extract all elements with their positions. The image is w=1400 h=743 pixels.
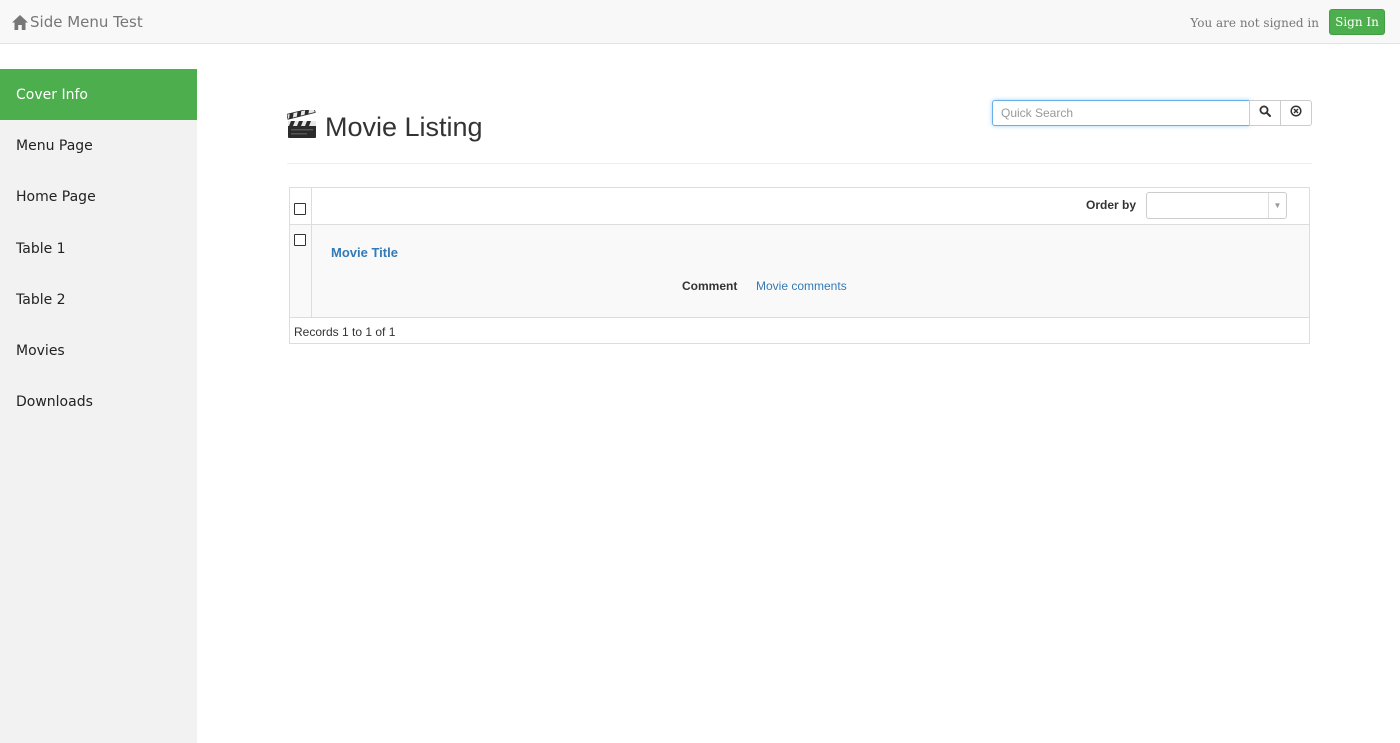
comment-value[interactable]: Movie comments — [756, 279, 847, 293]
sign-in-button[interactable]: Sign In — [1329, 9, 1385, 35]
sidebar-item-label: Movies — [16, 343, 65, 360]
sidebar-item-menu-page[interactable]: Menu Page — [0, 120, 197, 171]
page-header: Movie Listing — [286, 100, 1312, 164]
chevron-down-icon: ▼ — [1268, 193, 1286, 218]
search-icon — [1259, 104, 1271, 122]
sidebar-item-label: Downloads — [16, 394, 93, 411]
brand-label: Side Menu Test — [30, 13, 143, 31]
page-title-text: Movie Listing — [325, 112, 483, 142]
brand-link[interactable]: Side Menu Test — [12, 12, 143, 32]
sidebar-item-movies[interactable]: Movies — [0, 325, 197, 376]
row-select-cell — [290, 225, 312, 317]
clear-search-button[interactable] — [1280, 100, 1312, 126]
search-button[interactable] — [1249, 100, 1281, 126]
table-row: Movie Title Comment Movie comments — [290, 225, 1309, 318]
quick-search-input[interactable] — [992, 100, 1250, 126]
sidebar-item-label: Menu Page — [16, 137, 93, 154]
home-icon — [12, 14, 28, 30]
clapperboard-icon — [286, 107, 317, 145]
sidebar-item-label: Table 1 — [16, 240, 66, 257]
order-by-select[interactable]: ▼ — [1146, 192, 1287, 219]
sidebar-item-label: Cover Info — [16, 86, 88, 103]
sign-in-status: You are not signed in — [1190, 16, 1319, 30]
clear-circle-icon — [1290, 104, 1302, 122]
page-title: Movie Listing — [286, 107, 483, 145]
sidebar-item-label: Home Page — [16, 189, 96, 206]
sidebar-item-home-page[interactable]: Home Page — [0, 172, 197, 223]
sidebar-item-table-2[interactable]: Table 2 — [0, 274, 197, 325]
top-navbar: Side Menu Test You are not signed in Sig… — [0, 0, 1400, 44]
grid-header: Order by ▼ — [290, 188, 1309, 225]
order-by-label: Order by — [1085, 198, 1136, 212]
sidebar: Cover Info Menu Page Home Page Table 1 T… — [0, 69, 197, 743]
row-checkbox[interactable] — [294, 234, 306, 246]
records-count: Records 1 to 1 of 1 — [294, 325, 396, 339]
movie-grid: Order by ▼ Movie Title Comment Movie com… — [289, 187, 1310, 344]
sidebar-item-table-1[interactable]: Table 1 — [0, 223, 197, 274]
comment-label: Comment — [682, 279, 738, 293]
quick-search-group — [992, 100, 1312, 126]
select-all-cell — [290, 188, 312, 224]
movie-title-link[interactable]: Movie Title — [331, 245, 398, 260]
sidebar-item-downloads[interactable]: Downloads — [0, 377, 197, 428]
sidebar-item-label: Table 2 — [16, 291, 66, 308]
sidebar-item-cover-info[interactable]: Cover Info — [0, 69, 197, 121]
select-all-checkbox[interactable] — [294, 203, 306, 215]
